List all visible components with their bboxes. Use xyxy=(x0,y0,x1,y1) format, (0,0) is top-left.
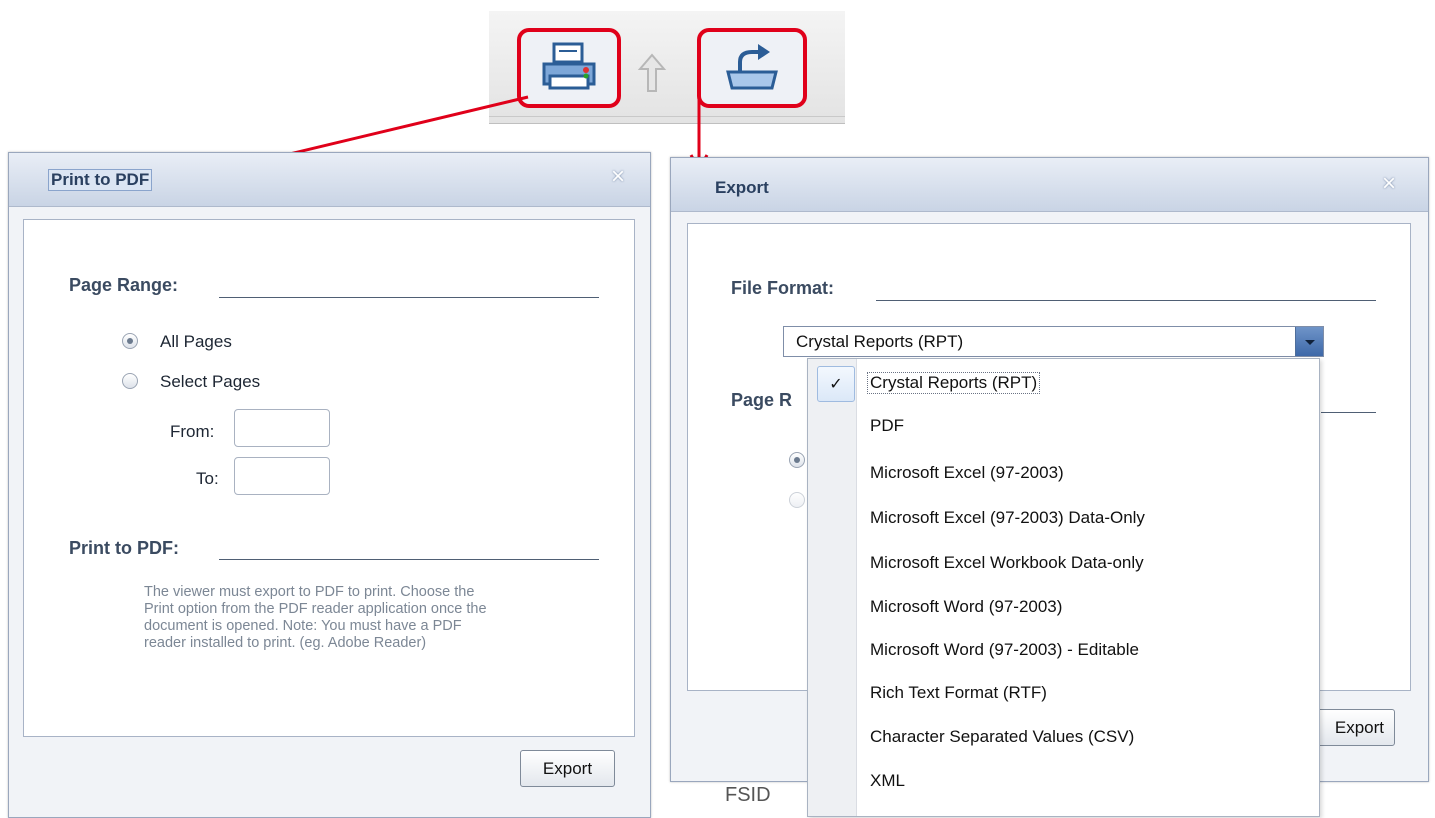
to-input[interactable] xyxy=(234,457,330,495)
export-button[interactable]: Export xyxy=(520,750,615,787)
to-label: To: xyxy=(196,469,219,488)
chevron-down-icon[interactable] xyxy=(1295,327,1323,356)
format-option-rtf[interactable]: Rich Text Format (RTF) xyxy=(870,683,1047,703)
print-note: The viewer must export to PDF to print. … xyxy=(144,584,544,652)
all-pages-label: All Pages xyxy=(160,332,232,351)
print-section-rule xyxy=(219,559,599,560)
file-format-label: File Format: xyxy=(731,278,835,298)
format-option-excel-data-only[interactable]: Microsoft Excel (97-2003) Data-Only xyxy=(870,508,1145,528)
all-pages-radio[interactable] xyxy=(122,333,138,349)
all-pages-radio[interactable] xyxy=(789,452,805,468)
export-dialog-title: Export xyxy=(715,178,769,197)
note-line: reader installed to print. (eg. Adobe Re… xyxy=(144,635,427,651)
page-range-rule xyxy=(1321,412,1376,413)
print-dialog-titlebar[interactable]: Print to PDF × xyxy=(9,153,650,207)
file-format-rule xyxy=(876,300,1376,301)
background-label: FSID xyxy=(725,784,771,806)
select-pages-label: Select Pages xyxy=(160,372,261,391)
select-pages-radio[interactable] xyxy=(122,373,138,389)
from-input[interactable] xyxy=(234,409,330,447)
note-line: document is opened. Note: You must have … xyxy=(144,618,462,634)
print-options-panel: Page Range: All Pages Select Pages From:… xyxy=(23,219,635,737)
note-line: Print option from the PDF reader applica… xyxy=(144,601,487,617)
format-option-excel[interactable]: Microsoft Excel (97-2003) xyxy=(870,463,1064,483)
select-pages-radio[interactable] xyxy=(789,492,805,508)
print-to-pdf-dialog: Print to PDF × Page Range: All Pages Sel… xyxy=(8,152,651,818)
format-option-excel-workbook[interactable]: Microsoft Excel Workbook Data-only xyxy=(870,553,1144,573)
print-to-pdf-section-label: Print to PDF: xyxy=(69,538,179,558)
page-range-label: Page Range: xyxy=(69,275,179,295)
close-icon[interactable]: × xyxy=(1382,172,1396,196)
format-option-word[interactable]: Microsoft Word (97-2003) xyxy=(870,597,1062,617)
close-icon[interactable]: × xyxy=(611,165,625,189)
file-format-select[interactable]: Crystal Reports (RPT) xyxy=(783,326,1324,357)
check-icon: ✓ xyxy=(817,366,855,402)
file-format-value: Crystal Reports (RPT) xyxy=(796,332,964,351)
from-label: From: xyxy=(170,422,215,441)
export-dialog-titlebar[interactable]: Export × xyxy=(671,158,1428,212)
print-dialog-title: Print to PDF xyxy=(47,169,153,191)
export-button[interactable]: Export xyxy=(1307,709,1395,746)
file-format-dropdown: ✓ Crystal Reports (RPT) PDF Microsoft Ex… xyxy=(807,358,1320,817)
format-option-csv[interactable]: Character Separated Values (CSV) xyxy=(870,727,1134,747)
note-line: The viewer must export to PDF to print. … xyxy=(144,584,475,600)
dropdown-gutter xyxy=(808,359,857,816)
format-option-crystal-reports[interactable]: Crystal Reports (RPT) xyxy=(866,372,1041,394)
page-range-label: Page R xyxy=(731,390,793,410)
format-option-pdf[interactable]: PDF xyxy=(870,416,904,436)
format-option-word-editable[interactable]: Microsoft Word (97-2003) - Editable xyxy=(870,640,1139,660)
page-range-rule xyxy=(219,297,599,298)
format-option-xml[interactable]: XML xyxy=(870,771,905,791)
